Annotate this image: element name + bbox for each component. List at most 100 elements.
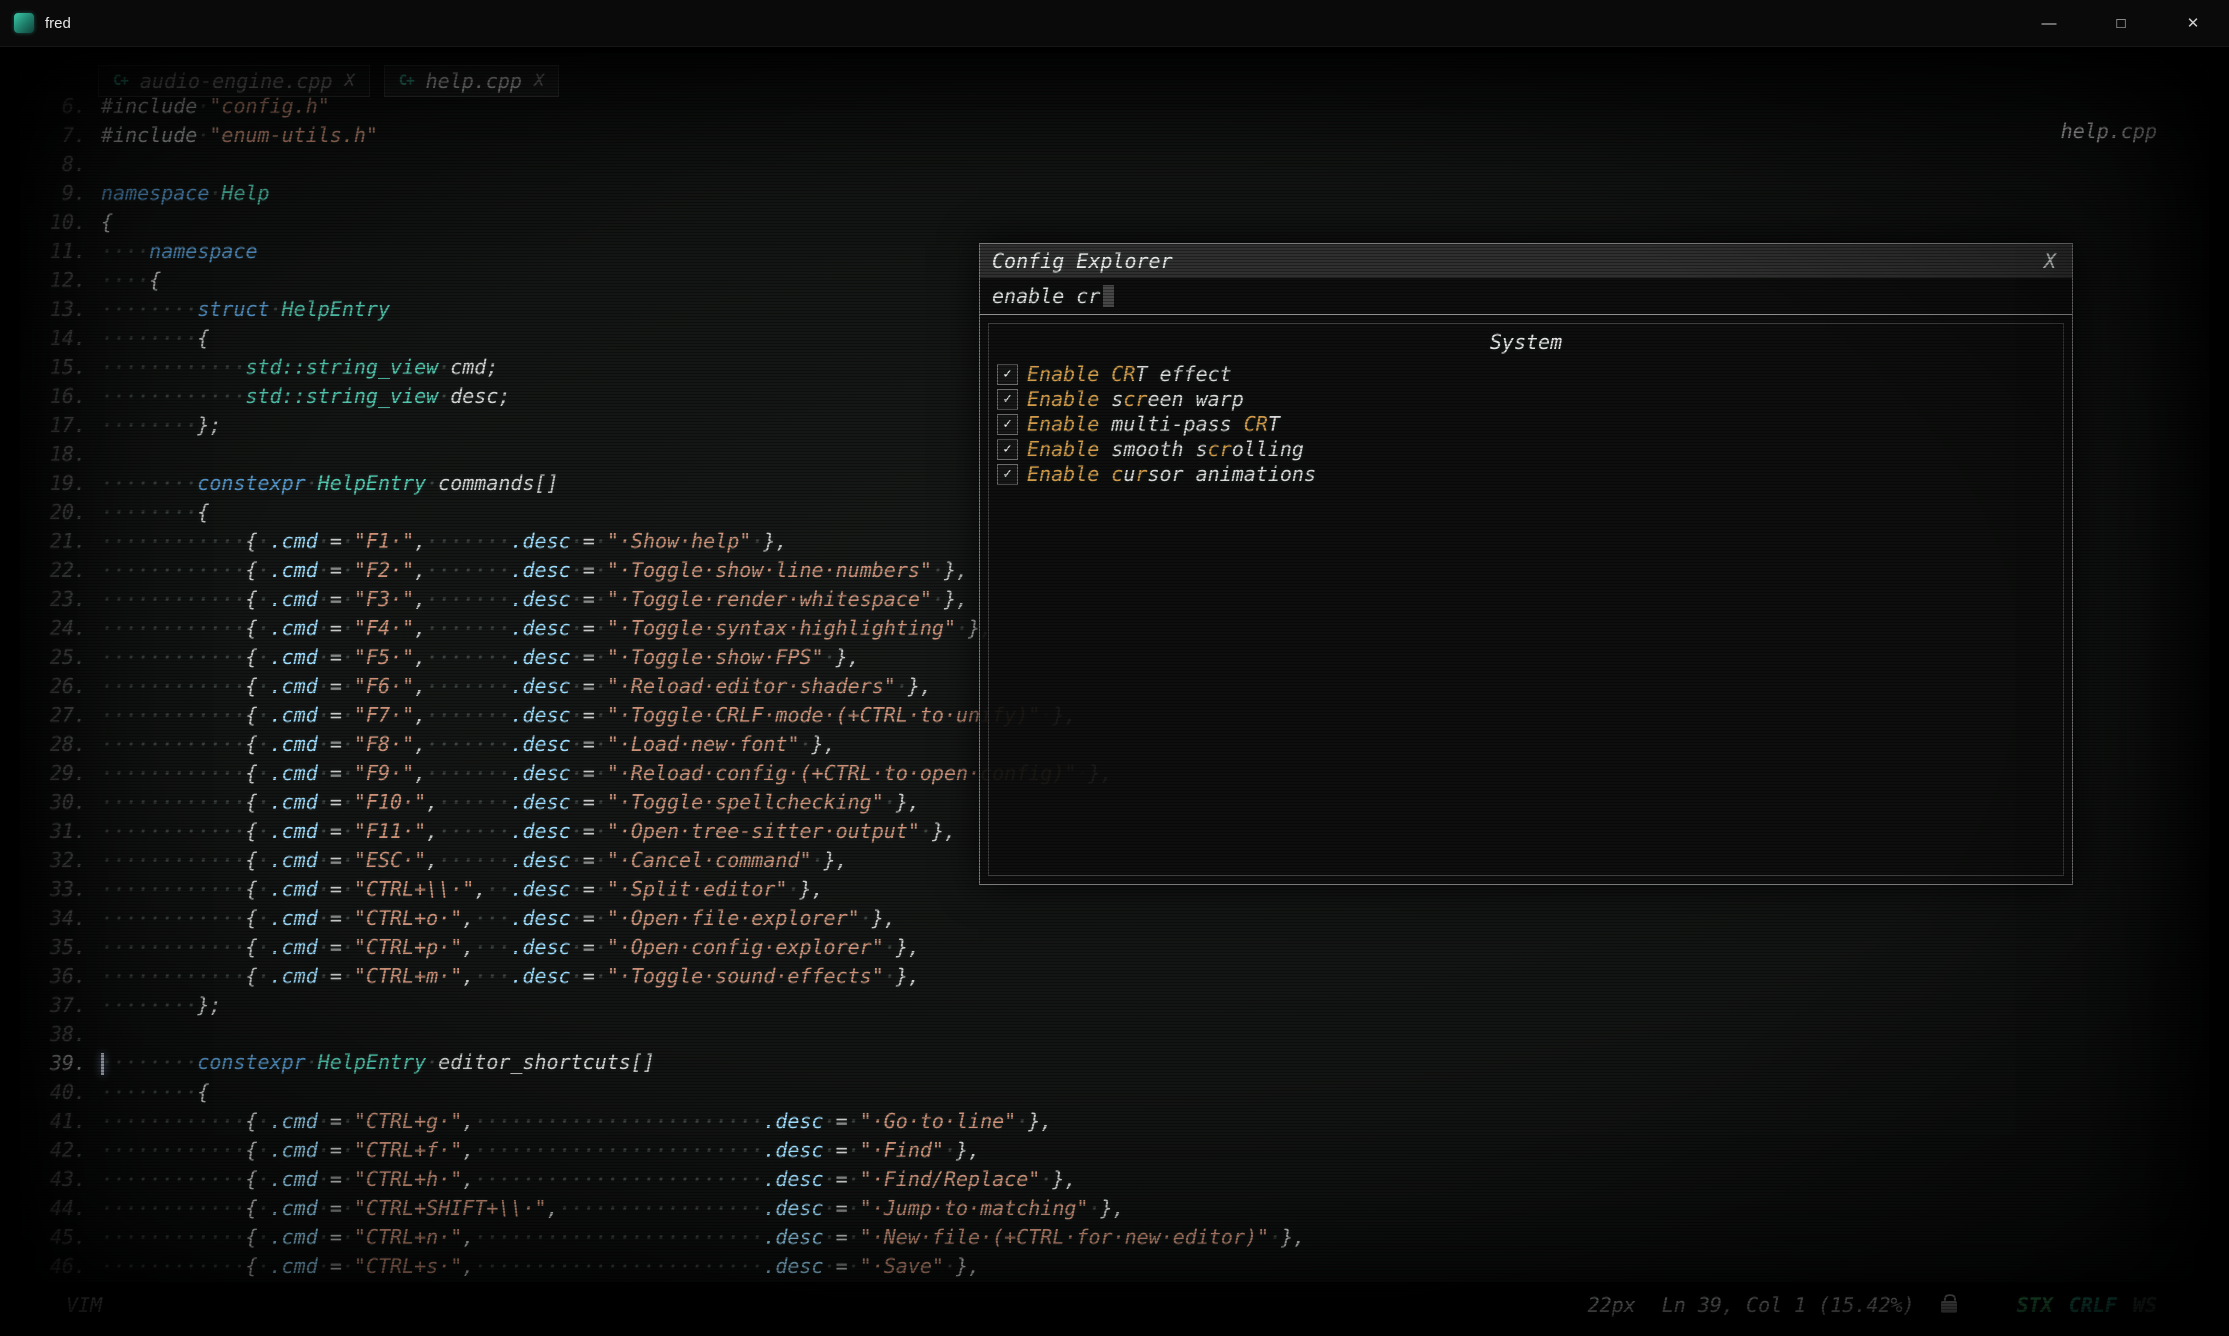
checkbox-checked[interactable]: ✓ — [997, 389, 1018, 410]
code-text: #include·"enum-utils.h" — [101, 123, 378, 147]
line-number: 22. — [38, 558, 86, 582]
lock-icon — [1941, 1301, 1957, 1313]
code-text: ············{·.cmd·=·"F5·",·······.desc·… — [101, 645, 860, 669]
status-flag-ws: WS — [2133, 1293, 2157, 1317]
code-line: 42. ············{·.cmd·=·"CTRL+f·",······… — [38, 1135, 2209, 1164]
title-bar: fred — □ ✕ — [0, 0, 2229, 47]
code-text: ············{·.cmd·=·"CTRL+f·",·········… — [101, 1138, 980, 1162]
line-number: 28. — [38, 732, 86, 756]
code-text: ····{ — [101, 268, 161, 292]
checkbox-checked[interactable]: ✓ — [997, 364, 1018, 385]
code-text: ············{·.cmd·=·"F11·",······.desc·… — [101, 819, 956, 843]
code-line: 43.············{·.cmd·=·"CTRL+h·",······… — [38, 1164, 2209, 1193]
config-option-label: Enable multi-pass CRT — [1027, 412, 1280, 436]
config-option[interactable]: ✓Enable cursor animations — [997, 462, 2055, 486]
code-line: 45.············{·.cmd·=·"CTRL+n·",······… — [38, 1222, 2209, 1251]
config-option[interactable]: ✓ Enable smooth scrolling — [997, 437, 2055, 461]
config-option[interactable]: ✓ Enable CRT effect — [997, 362, 2055, 386]
code-text: ············std::string_view·cmd; — [101, 355, 498, 379]
code-line: 44.············{·.cmd·=·"CTRL+SHIFT+\\·"… — [38, 1193, 2209, 1222]
tab-label: audio-engine.cpp — [140, 69, 333, 93]
code-text: ········constexpr·HelpEntry·commands[] — [101, 471, 559, 495]
config-explorer-close-button[interactable]: X — [2040, 249, 2060, 273]
status-bar-right: 22px Ln 39, Col 1 (15.42%) STXCRLFWS — [1588, 1293, 2157, 1317]
minimize-button[interactable]: — — [2013, 0, 2085, 46]
code-text: ············std::string_view·desc; — [101, 384, 510, 408]
code-line: 37.········}; — [38, 990, 2209, 1019]
code-text: ············{·.cmd·=·"F1·",·······.desc·… — [101, 529, 787, 553]
line-number: 14. — [38, 326, 86, 350]
config-list: ✓Enable CRT effect✓Enable screen warp✓En… — [997, 362, 2055, 486]
code-line: 8. — [38, 149, 2209, 178]
code-text: ············{·.cmd·=·"F4·",·······.desc·… — [101, 616, 992, 640]
config-option[interactable]: ✓Enable screen warp — [997, 387, 2055, 411]
search-cursor — [1103, 285, 1114, 307]
checkbox-checked[interactable]: ✓ — [997, 464, 1018, 485]
editor-viewport: C+audio-engine.cppXC+help.cppX help.cpp … — [20, 53, 2209, 1328]
code-text: namespace·Help — [101, 181, 270, 205]
line-number: 7. — [38, 123, 86, 147]
code-line: 46.············{·.cmd·=·"CTRL+s·",······… — [38, 1251, 2209, 1280]
app-icon — [14, 13, 34, 33]
code-text: ········{ — [101, 1080, 209, 1104]
code-text: ····namespace — [101, 239, 258, 263]
line-number: 35. — [38, 935, 86, 959]
code-text: ············{·.cmd·=·"F6·",·······.desc·… — [101, 674, 932, 698]
config-option-label: Enable CRT effect — [1027, 362, 1232, 386]
code-text: ············{·.cmd·=·"CTRL+o·",···.desc·… — [101, 906, 896, 930]
line-number: 17. — [38, 413, 86, 437]
code-line: 35.············{·.cmd·=·"CTRL+p·",···.de… — [38, 932, 2209, 961]
line-number: 23. — [38, 587, 86, 611]
font-size-indicator: 22px — [1588, 1293, 1636, 1317]
code-text: ········}; — [101, 413, 221, 437]
code-text: ············{·.cmd·=·"F2·",·······.desc·… — [101, 558, 968, 582]
line-number: 18. — [38, 442, 86, 466]
close-button[interactable]: ✕ — [2157, 0, 2229, 46]
code-text: ········struct·HelpEntry — [101, 297, 390, 321]
config-option[interactable]: ✓ Enable multi-pass CRT — [997, 412, 2055, 436]
line-number: 44. — [38, 1196, 86, 1220]
code-text: ············{·.cmd·=·"CTRL+g·",·········… — [101, 1109, 1052, 1133]
config-section-header: System — [997, 330, 2055, 354]
line-number: 27. — [38, 703, 86, 727]
line-number: 32. — [38, 848, 86, 872]
status-flag-stx: STX — [2017, 1293, 2053, 1317]
code-text: ············{·.cmd·=·"CTRL+h·",·········… — [101, 1167, 1076, 1191]
tab-close-button[interactable]: X — [345, 71, 355, 91]
line-number: 13. — [38, 297, 86, 321]
config-search-input[interactable]: enable cr — [980, 278, 2072, 315]
config-results-box: System ✓ Enable CRT effect✓Enable screen … — [988, 323, 2064, 876]
line-number: 38. — [38, 1022, 86, 1046]
line-number: 42. — [38, 1138, 86, 1162]
code-text: ············{·.cmd·=·"CTRL+\\·",··.desc·… — [101, 877, 824, 901]
line-number: 36. — [38, 964, 86, 988]
line-number: 34. — [38, 906, 86, 930]
code-line: 10.{ — [38, 207, 2209, 236]
code-text: ············{·.cmd·=·"F8·",·······.desc·… — [101, 732, 836, 756]
status-flag-crlf: CRLF — [2069, 1293, 2117, 1317]
maximize-button[interactable]: □ — [2085, 0, 2157, 46]
code-text: ············{·.cmd·=·"F7·",·······.desc·… — [101, 703, 1076, 727]
line-number: 11. — [38, 239, 86, 263]
code-text: ············{·.cmd·=·"CTRL+s·",·········… — [101, 1254, 980, 1278]
tab-help-cpp[interactable]: C+help.cppX — [384, 65, 559, 97]
line-number: 37. — [38, 993, 86, 1017]
checkbox-checked[interactable]: ✓ — [997, 439, 1018, 460]
checkbox-checked[interactable]: ✓ — [997, 414, 1018, 435]
tab-audio-engine-cpp[interactable]: C+audio-engine.cppX — [98, 65, 370, 97]
active-filename-overlay: help.cpp — [2061, 119, 2157, 143]
line-number: 12. — [38, 268, 86, 292]
config-option-label: Enable smooth scrolling — [1027, 437, 1304, 461]
line-number: 26. — [38, 674, 86, 698]
crt-screen: C+audio-engine.cppXC+help.cppX help.cpp … — [0, 47, 2229, 1336]
code-line: 40.········{ — [38, 1077, 2209, 1106]
line-number: 8. — [38, 152, 86, 176]
title-bar-left: fred — [0, 13, 71, 33]
tab-close-button[interactable]: X — [534, 71, 544, 91]
code-text: #include·"config.h" — [101, 94, 330, 118]
code-text: ············{·.cmd·=·"CTRL+n·",·········… — [101, 1225, 1305, 1249]
code-line: 9.namespace·Help — [38, 178, 2209, 207]
line-number: 19. — [38, 471, 86, 495]
status-flags: STX CRLF WS — [2017, 1293, 2157, 1317]
config-search-query: enable cr — [992, 284, 1100, 308]
